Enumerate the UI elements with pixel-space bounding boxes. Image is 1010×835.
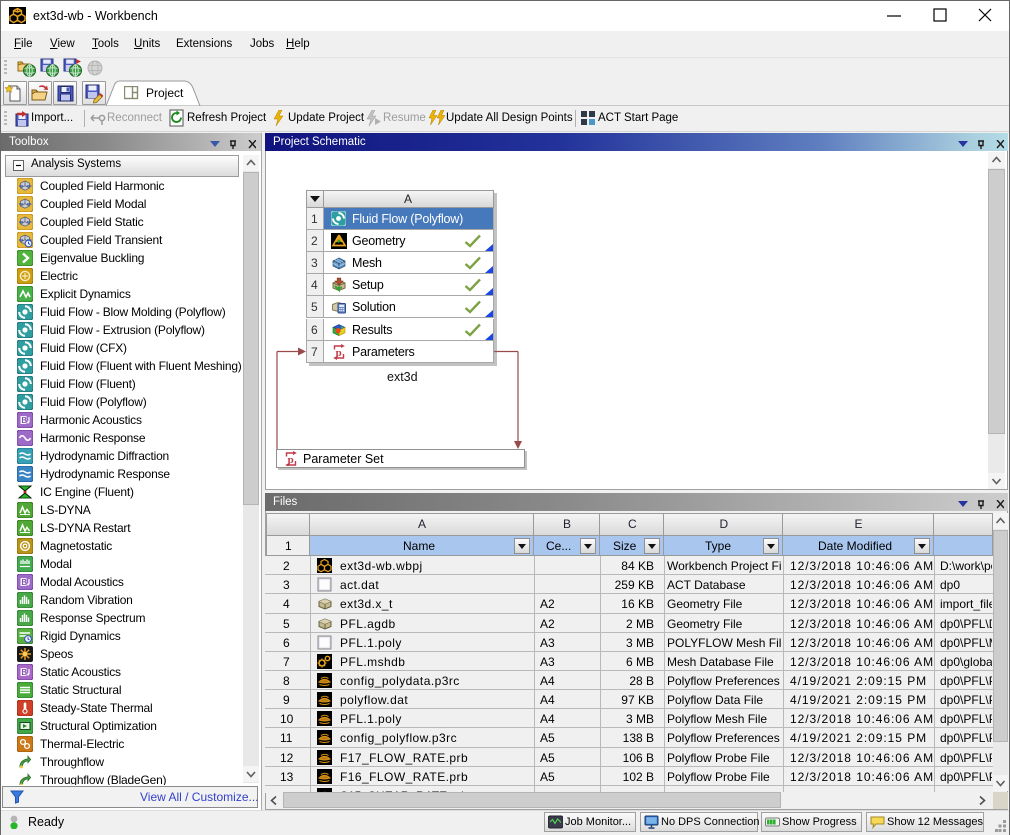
svg-text:B: B (22, 668, 27, 677)
svg-text:p: p (336, 347, 342, 359)
svg-text:B: B (22, 416, 27, 425)
svg-text:p: p (288, 454, 294, 466)
svg-text:B: B (22, 578, 27, 587)
